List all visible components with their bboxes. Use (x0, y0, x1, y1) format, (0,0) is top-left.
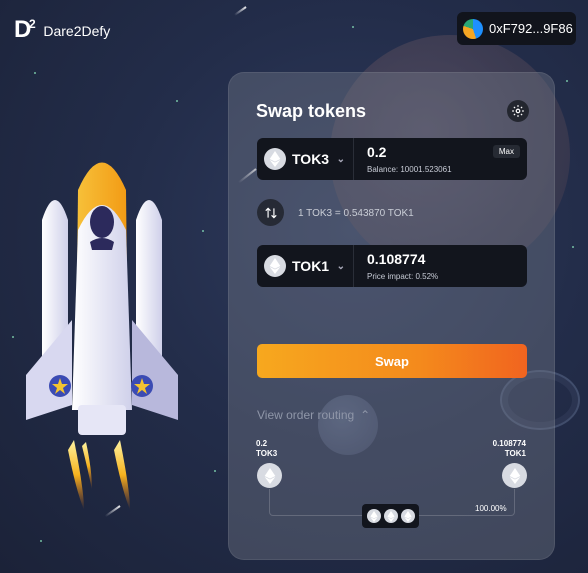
wallet-address: 0xF792...9F86 (489, 21, 573, 36)
from-token-symbol: TOK3 (292, 151, 330, 167)
from-amount-field[interactable]: 0.2 Balance: 10001.523061 Max (354, 138, 527, 180)
brand-logo: D2 (14, 16, 36, 43)
settings-button[interactable] (507, 100, 529, 122)
route-percent: 100.00% (475, 504, 507, 513)
brand[interactable]: D2 Dare2Defy (14, 16, 110, 44)
comet (233, 6, 247, 16)
ethereum-icon (383, 509, 398, 523)
to-amount-field[interactable]: 0.108774 Price impact: 0.52% (354, 245, 527, 287)
price-impact: Price impact: 0.52% (367, 272, 439, 281)
ethereum-icon (400, 509, 415, 523)
swap-button[interactable]: Swap (257, 344, 527, 378)
swap-arrows-icon (264, 207, 277, 218)
swap-direction-button[interactable] (257, 199, 284, 226)
ethereum-icon (264, 255, 286, 277)
wallet-button[interactable]: 0xF792...9F86 (457, 12, 576, 45)
route-from-symbol: TOK3 (256, 449, 278, 458)
swap-card: Swap tokens TOK3 ⌄ 0.2 Balance: 10001.52… (228, 72, 555, 560)
card-title: Swap tokens (256, 101, 367, 121)
route-from: 0.2 TOK3 (256, 439, 277, 459)
routing-label: View order routing (257, 408, 355, 422)
to-token-select[interactable]: TOK1 ⌄ (257, 245, 354, 287)
gear-icon (512, 105, 524, 117)
route-from-amount: 0.2 (256, 439, 268, 448)
exchange-rate: 1 TOK3 = 0.543870 TOK1 (298, 208, 414, 219)
rocket-illustration (26, 162, 178, 510)
ethereum-icon (502, 463, 527, 488)
to-token-row: TOK1 ⌄ 0.108774 Price impact: 0.52% (257, 245, 527, 287)
chevron-down-icon: ⌄ (336, 153, 345, 165)
brand-name: Dare2Defy (43, 23, 111, 39)
ethereum-icon (257, 463, 282, 488)
max-button[interactable]: Max (492, 145, 520, 158)
from-token-row: TOK3 ⌄ 0.2 Balance: 10001.523061 Max (257, 138, 527, 180)
route-to-symbol: TOK1 (504, 449, 526, 458)
wallet-avatar (463, 18, 483, 39)
from-balance: Balance: 10001.523061 (367, 165, 452, 174)
to-token-symbol: TOK1 (292, 258, 330, 274)
chevron-down-icon: ⌄ (336, 260, 345, 272)
view-order-routing-toggle[interactable]: View order routing ⌃ (257, 408, 370, 422)
route-hops[interactable] (362, 504, 419, 528)
to-amount-output: 0.108774 (367, 251, 426, 267)
ethereum-icon (264, 148, 286, 170)
route-to-amount: 0.108774 (492, 439, 526, 448)
route-to: 0.108774 TOK1 (493, 439, 526, 459)
chevron-up-icon: ⌃ (360, 408, 371, 422)
ethereum-icon (366, 509, 381, 523)
from-token-select[interactable]: TOK3 ⌄ (257, 138, 354, 180)
